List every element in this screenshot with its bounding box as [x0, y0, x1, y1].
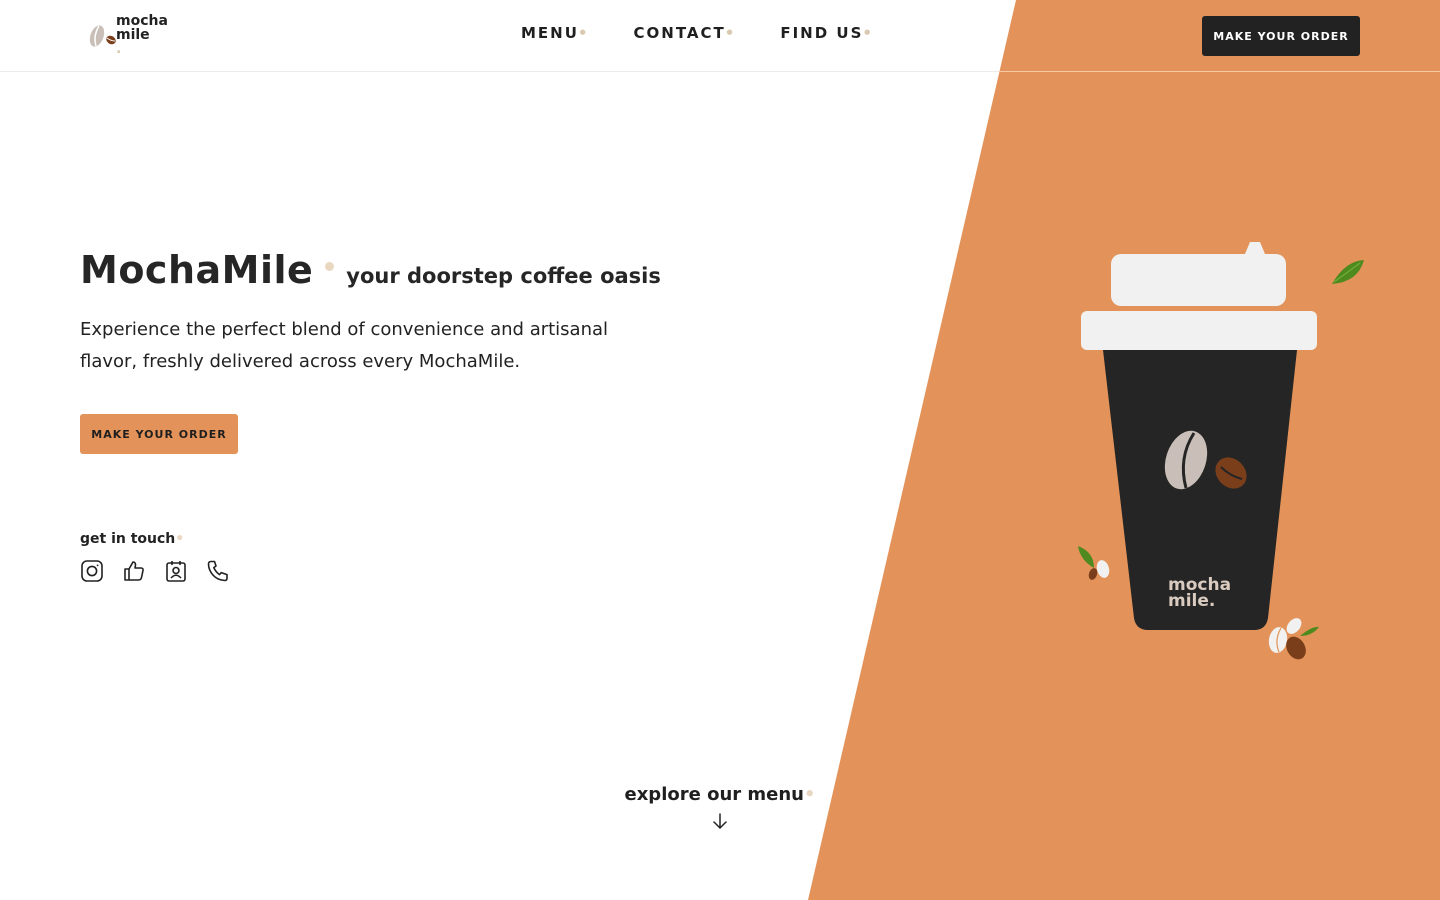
hero-description: Experience the perfect blend of convenie… — [80, 319, 609, 372]
nav-item-find-us[interactable]: FIND US• — [780, 24, 872, 42]
beans-left-decoration — [1078, 546, 1110, 580]
phone-link[interactable] — [206, 559, 230, 583]
get-in-touch: get in touch• — [80, 531, 230, 583]
nav-item-menu[interactable]: MENU• — [521, 24, 588, 42]
nav-item-contact[interactable]: CONTACT• — [634, 24, 735, 42]
cup-lid-rim — [1081, 311, 1317, 350]
cup-brand-line2: mile. — [1168, 591, 1215, 611]
hero-heading: MochaMile your doorstep coffee oasis — [80, 248, 720, 292]
header-divider-accent — [999, 71, 1440, 72]
thumbs-up-icon — [124, 561, 144, 581]
social-links — [80, 559, 230, 583]
beans-bottom-right-decoration — [1268, 618, 1319, 660]
logo-word-mile: mile. — [116, 27, 150, 57]
like-link[interactable] — [122, 559, 146, 583]
arrow-down-icon — [713, 813, 727, 830]
hero-title: MochaMile — [80, 248, 314, 292]
main-nav: MENU• CONTACT• FIND US• — [521, 24, 872, 42]
brand-logo[interactable]: mocha mile. — [86, 14, 176, 56]
coffee-cup-illustration: mocha mile. — [1078, 242, 1364, 660]
coffee-bean-logo-icon — [89, 25, 116, 47]
cup-lid-nub — [1245, 242, 1265, 254]
instagram-link[interactable] — [80, 559, 104, 583]
header-order-button[interactable]: MAKE YOUR ORDER — [1202, 16, 1360, 56]
instagram-icon — [81, 560, 103, 582]
site-header: mocha mile. MENU• CONTACT• FIND US• MAKE… — [0, 0, 1440, 71]
hero-subtitle: your doorstep coffee oasis — [346, 264, 661, 288]
explore-menu-label: explore our menu• — [624, 784, 816, 805]
explore-menu-link[interactable]: explore our menu• — [610, 784, 830, 831]
get-in-touch-title: get in touch• — [80, 531, 185, 547]
logo-wordmark: mocha mile. — [116, 14, 168, 56]
hero-section: MochaMile your doorstep coffee oasis Exp… — [80, 248, 720, 454]
hero-order-button[interactable]: MAKE YOUR ORDER — [80, 414, 238, 454]
cup-lid-top — [1111, 254, 1286, 306]
title-separator-dot — [325, 262, 335, 271]
contact-card-icon — [166, 561, 186, 582]
contact-card-link[interactable] — [164, 559, 188, 583]
logo-word-mocha: mocha — [116, 13, 168, 29]
phone-icon — [207, 560, 228, 582]
